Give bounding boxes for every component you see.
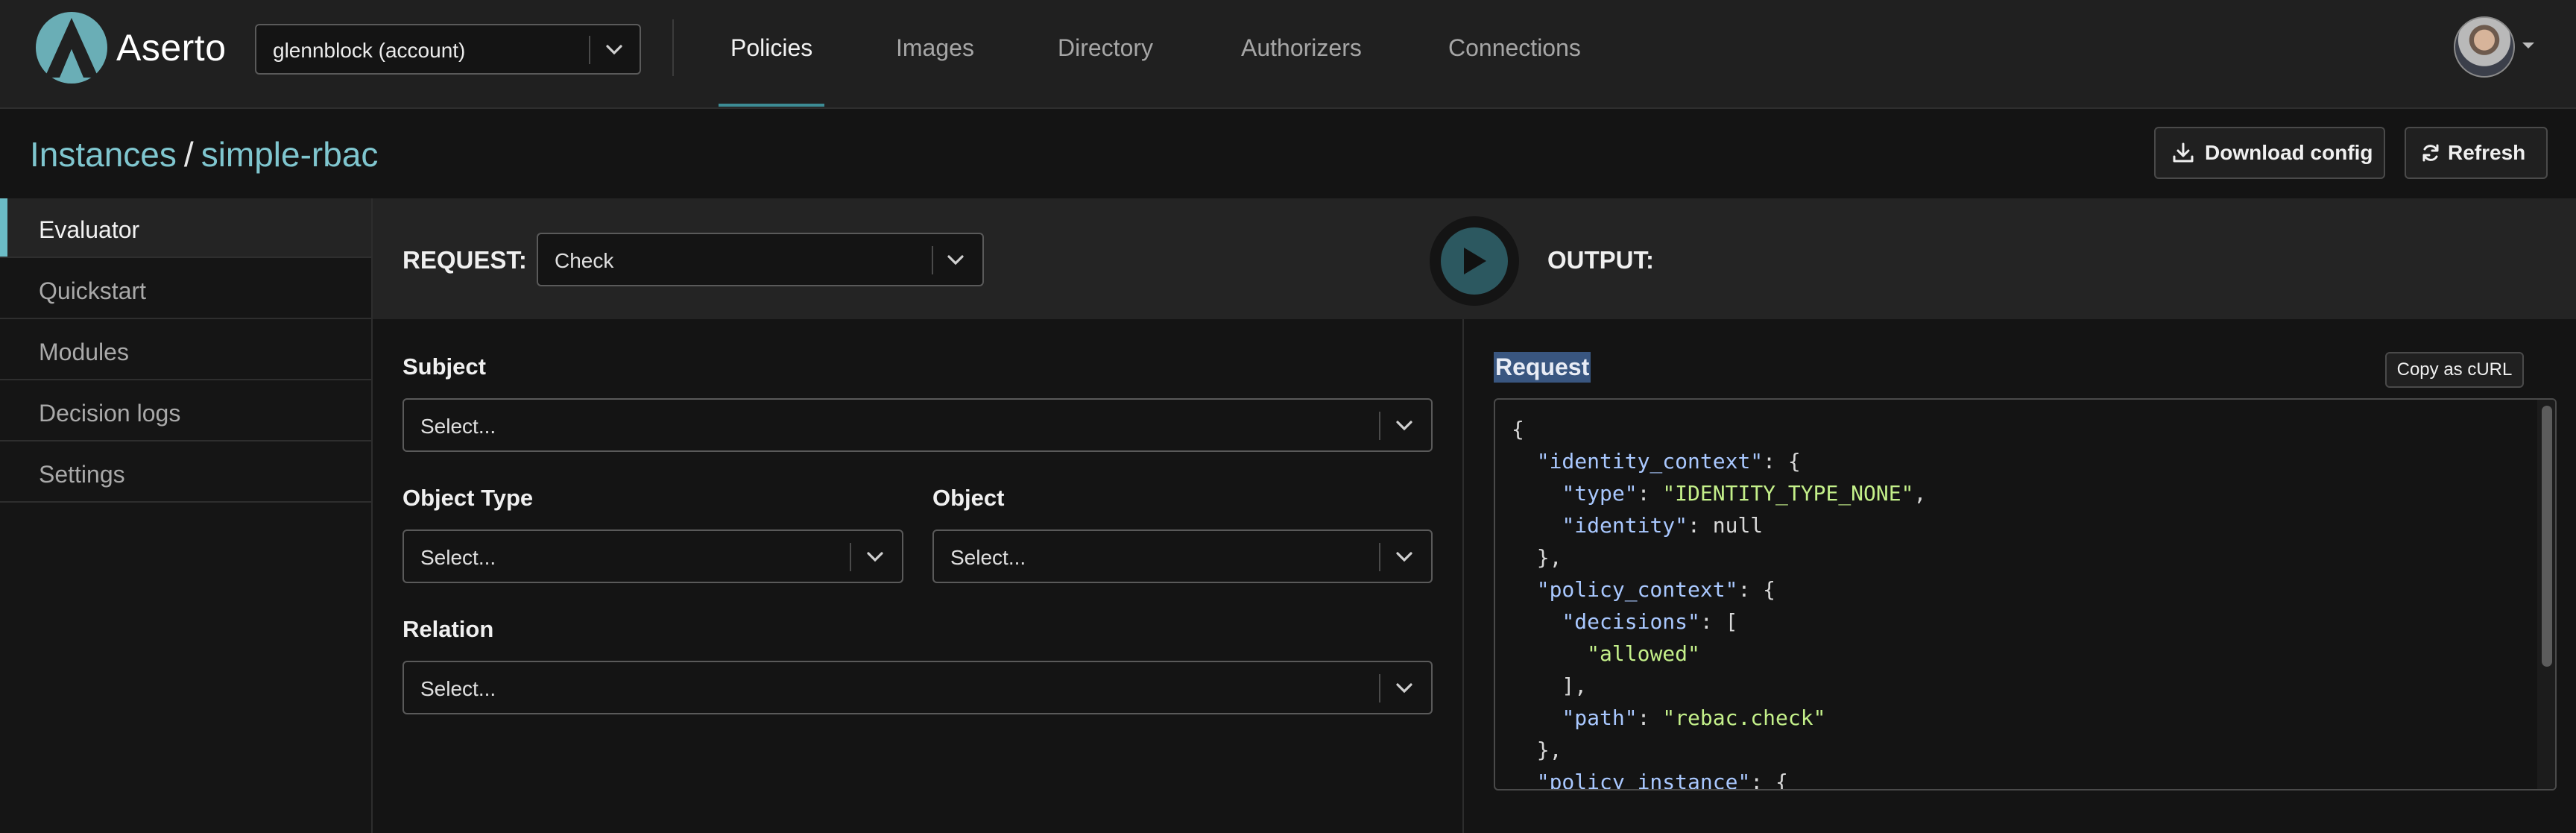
chevron-down-icon[interactable] [1395, 682, 1413, 695]
code-line: "policy_context": { [1536, 577, 1776, 602]
sidebar-item-decision-logs[interactable]: Decision logs [0, 382, 371, 441]
account-selector[interactable]: glennblock (account) [255, 24, 641, 75]
chevron-down-icon[interactable] [947, 254, 965, 267]
breadcrumb-instances-link[interactable]: Instances [30, 135, 177, 174]
object-label: Object [932, 485, 1005, 511]
select-divider [932, 246, 933, 274]
aserto-logo-icon [36, 12, 107, 84]
sidebar-item-label: Settings [39, 461, 125, 488]
page-header: Instances / simple-rbac Download config Re… [0, 109, 2576, 198]
output-label: OUTPUT: [1547, 246, 1654, 274]
object-placeholder: Select... [950, 546, 1026, 569]
sidebar-item-modules[interactable]: Modules [0, 321, 371, 380]
breadcrumb: Instances / simple-rbac [30, 134, 378, 175]
chevron-down-icon[interactable] [1395, 550, 1413, 564]
code-line: "allowed" [1587, 641, 1700, 666]
code-line: "decisions": [ [1562, 609, 1738, 634]
request-toolbar: REQUEST: Check OUTPUT: [373, 198, 2576, 319]
play-icon [1464, 248, 1486, 274]
breadcrumb-separator: / [183, 135, 194, 174]
refresh-icon [2422, 144, 2439, 162]
sidebar-item-evaluator[interactable]: Evaluator [0, 198, 371, 258]
subject-select[interactable]: Select... [402, 398, 1433, 452]
request-json-viewer[interactable]: { "identity_context": { "type": "IDENTIT… [1494, 398, 2557, 790]
code-line: "path": "rebac.check" [1562, 705, 1826, 730]
select-divider [850, 543, 851, 571]
relation-placeholder: Select... [420, 677, 496, 700]
code-line: }, [1512, 738, 1562, 762]
user-avatar[interactable] [2454, 16, 2515, 78]
relation-label: Relation [402, 616, 494, 642]
select-divider [1379, 543, 1380, 571]
caret-down-icon[interactable] [2521, 40, 2536, 51]
refresh-label: Refresh [2448, 141, 2526, 164]
nav-policies[interactable]: Policies [730, 34, 812, 62]
select-divider [589, 36, 590, 64]
object-select[interactable]: Select... [932, 529, 1433, 583]
brand[interactable]: Aserto [34, 10, 227, 85]
request-json-code: { "identity_context": { "type": "IDENTIT… [1512, 413, 1927, 790]
select-divider [1379, 412, 1380, 440]
download-config-button[interactable]: Download config [2154, 127, 2385, 179]
nav-connections[interactable]: Connections [1448, 34, 1581, 62]
request-type-value: Check [555, 249, 614, 272]
nav-authorizers[interactable]: Authorizers [1241, 34, 1362, 62]
chevron-down-icon[interactable] [866, 550, 884, 564]
object-type-placeholder: Select... [420, 546, 496, 569]
chevron-down-icon[interactable] [605, 43, 623, 57]
request-type-select[interactable]: Check [537, 233, 984, 286]
nav-images[interactable]: Images [896, 34, 974, 62]
subject-label: Subject [402, 353, 486, 380]
code-line: { [1512, 417, 1524, 441]
evaluate-play-button[interactable] [1430, 216, 1519, 306]
sidebar-item-label: Evaluator [39, 216, 140, 243]
object-type-label: Object Type [402, 485, 534, 511]
subject-placeholder: Select... [420, 415, 496, 438]
object-type-select[interactable]: Select... [402, 529, 903, 583]
top-navigation-bar: Aserto glennblock (account) Policies Ima… [0, 0, 2576, 109]
check-request-form: Subject Select... Object Type Select... … [373, 319, 1464, 833]
sidebar-item-label: Modules [39, 339, 129, 365]
nav-divider [672, 19, 674, 76]
nav-directory[interactable]: Directory [1058, 34, 1153, 62]
active-nav-indicator [719, 104, 824, 107]
sidebar: Evaluator Quickstart Modules Decision lo… [0, 198, 373, 833]
code-line: "identity_context": { [1536, 449, 1801, 474]
sidebar-item-settings[interactable]: Settings [0, 443, 371, 503]
scrollbar-thumb[interactable] [2542, 406, 2552, 667]
relation-select[interactable]: Select... [402, 661, 1433, 714]
code-line: ], [1512, 673, 1588, 698]
code-scrollbar[interactable] [2537, 400, 2555, 789]
download-config-label: Download config [2205, 141, 2373, 164]
code-line: "policy_instance": { [1536, 770, 1788, 790]
code-line: "identity": null [1562, 513, 1764, 538]
breadcrumb-current[interactable]: simple-rbac [201, 135, 379, 174]
code-line: }, [1512, 545, 1562, 570]
sidebar-item-label: Quickstart [39, 277, 147, 304]
download-icon [2173, 142, 2194, 163]
brand-name: Aserto [116, 27, 227, 69]
account-selector-value: glennblock (account) [273, 39, 466, 62]
sidebar-item-quickstart[interactable]: Quickstart [0, 260, 371, 319]
request-preview-title: Request [1494, 352, 1591, 383]
sidebar-item-label: Decision logs [39, 400, 181, 427]
chevron-down-icon[interactable] [1395, 419, 1413, 433]
output-panel: Request Copy as cURL { "identity_context… [1464, 319, 2576, 833]
refresh-button[interactable]: Refresh [2405, 127, 2548, 179]
code-line: "type": "IDENTITY_TYPE_NONE", [1562, 481, 1927, 506]
request-label: REQUEST: [402, 246, 527, 274]
copy-as-curl-button[interactable]: Copy as cURL [2385, 352, 2524, 388]
select-divider [1379, 674, 1380, 702]
